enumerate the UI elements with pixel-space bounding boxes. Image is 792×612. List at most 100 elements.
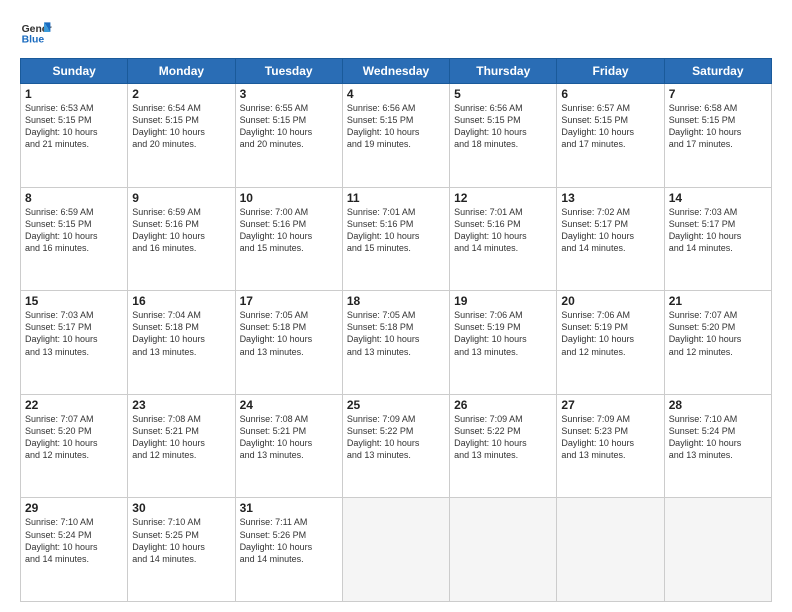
- day-number: 20: [561, 294, 659, 308]
- day-info: Sunrise: 6:54 AM Sunset: 5:15 PM Dayligh…: [132, 102, 230, 151]
- day-info: Sunrise: 7:04 AM Sunset: 5:18 PM Dayligh…: [132, 309, 230, 358]
- day-info: Sunrise: 7:10 AM Sunset: 5:25 PM Dayligh…: [132, 516, 230, 565]
- day-number: 2: [132, 87, 230, 101]
- day-number: 9: [132, 191, 230, 205]
- calendar-day-cell: 11Sunrise: 7:01 AM Sunset: 5:16 PM Dayli…: [342, 187, 449, 291]
- day-info: Sunrise: 7:03 AM Sunset: 5:17 PM Dayligh…: [669, 206, 767, 255]
- day-info: Sunrise: 7:05 AM Sunset: 5:18 PM Dayligh…: [240, 309, 338, 358]
- day-info: Sunrise: 6:56 AM Sunset: 5:15 PM Dayligh…: [454, 102, 552, 151]
- calendar-day-cell: 8Sunrise: 6:59 AM Sunset: 5:15 PM Daylig…: [21, 187, 128, 291]
- day-number: 25: [347, 398, 445, 412]
- day-info: Sunrise: 7:01 AM Sunset: 5:16 PM Dayligh…: [454, 206, 552, 255]
- day-info: Sunrise: 7:08 AM Sunset: 5:21 PM Dayligh…: [240, 413, 338, 462]
- day-number: 14: [669, 191, 767, 205]
- calendar-day-header: Thursday: [450, 59, 557, 84]
- page-header: General Blue: [20, 16, 772, 48]
- day-number: 18: [347, 294, 445, 308]
- day-info: Sunrise: 7:09 AM Sunset: 5:22 PM Dayligh…: [454, 413, 552, 462]
- calendar-day-cell: 23Sunrise: 7:08 AM Sunset: 5:21 PM Dayli…: [128, 394, 235, 498]
- calendar-week-row: 29Sunrise: 7:10 AM Sunset: 5:24 PM Dayli…: [21, 498, 772, 602]
- calendar-day-header: Friday: [557, 59, 664, 84]
- calendar-day-cell: 21Sunrise: 7:07 AM Sunset: 5:20 PM Dayli…: [664, 291, 771, 395]
- calendar-day-header: Monday: [128, 59, 235, 84]
- day-number: 26: [454, 398, 552, 412]
- day-info: Sunrise: 7:01 AM Sunset: 5:16 PM Dayligh…: [347, 206, 445, 255]
- calendar-week-row: 1Sunrise: 6:53 AM Sunset: 5:15 PM Daylig…: [21, 84, 772, 188]
- day-info: Sunrise: 7:00 AM Sunset: 5:16 PM Dayligh…: [240, 206, 338, 255]
- day-info: Sunrise: 7:08 AM Sunset: 5:21 PM Dayligh…: [132, 413, 230, 462]
- calendar-day-cell: 5Sunrise: 6:56 AM Sunset: 5:15 PM Daylig…: [450, 84, 557, 188]
- day-info: Sunrise: 7:10 AM Sunset: 5:24 PM Dayligh…: [25, 516, 123, 565]
- day-info: Sunrise: 6:59 AM Sunset: 5:15 PM Dayligh…: [25, 206, 123, 255]
- day-number: 31: [240, 501, 338, 515]
- calendar-day-cell: 7Sunrise: 6:58 AM Sunset: 5:15 PM Daylig…: [664, 84, 771, 188]
- day-info: Sunrise: 6:56 AM Sunset: 5:15 PM Dayligh…: [347, 102, 445, 151]
- logo: General Blue: [20, 16, 52, 48]
- day-info: Sunrise: 7:09 AM Sunset: 5:22 PM Dayligh…: [347, 413, 445, 462]
- day-number: 8: [25, 191, 123, 205]
- calendar-day-cell: 18Sunrise: 7:05 AM Sunset: 5:18 PM Dayli…: [342, 291, 449, 395]
- day-number: 11: [347, 191, 445, 205]
- day-info: Sunrise: 7:02 AM Sunset: 5:17 PM Dayligh…: [561, 206, 659, 255]
- calendar-day-cell: 4Sunrise: 6:56 AM Sunset: 5:15 PM Daylig…: [342, 84, 449, 188]
- calendar-day-cell: 12Sunrise: 7:01 AM Sunset: 5:16 PM Dayli…: [450, 187, 557, 291]
- day-number: 22: [25, 398, 123, 412]
- calendar-day-cell: 26Sunrise: 7:09 AM Sunset: 5:22 PM Dayli…: [450, 394, 557, 498]
- day-number: 17: [240, 294, 338, 308]
- calendar-day-cell: 31Sunrise: 7:11 AM Sunset: 5:26 PM Dayli…: [235, 498, 342, 602]
- calendar-week-row: 22Sunrise: 7:07 AM Sunset: 5:20 PM Dayli…: [21, 394, 772, 498]
- calendar-day-header: Tuesday: [235, 59, 342, 84]
- day-info: Sunrise: 6:58 AM Sunset: 5:15 PM Dayligh…: [669, 102, 767, 151]
- day-info: Sunrise: 7:03 AM Sunset: 5:17 PM Dayligh…: [25, 309, 123, 358]
- day-info: Sunrise: 7:06 AM Sunset: 5:19 PM Dayligh…: [561, 309, 659, 358]
- logo-icon: General Blue: [20, 16, 52, 48]
- calendar-day-cell: [557, 498, 664, 602]
- day-info: Sunrise: 7:06 AM Sunset: 5:19 PM Dayligh…: [454, 309, 552, 358]
- day-number: 27: [561, 398, 659, 412]
- day-number: 13: [561, 191, 659, 205]
- calendar-day-cell: 29Sunrise: 7:10 AM Sunset: 5:24 PM Dayli…: [21, 498, 128, 602]
- day-info: Sunrise: 7:07 AM Sunset: 5:20 PM Dayligh…: [25, 413, 123, 462]
- day-info: Sunrise: 6:59 AM Sunset: 5:16 PM Dayligh…: [132, 206, 230, 255]
- day-number: 6: [561, 87, 659, 101]
- calendar-day-cell: 20Sunrise: 7:06 AM Sunset: 5:19 PM Dayli…: [557, 291, 664, 395]
- day-info: Sunrise: 6:55 AM Sunset: 5:15 PM Dayligh…: [240, 102, 338, 151]
- day-number: 3: [240, 87, 338, 101]
- day-number: 4: [347, 87, 445, 101]
- calendar-day-cell: 15Sunrise: 7:03 AM Sunset: 5:17 PM Dayli…: [21, 291, 128, 395]
- calendar-day-cell: 17Sunrise: 7:05 AM Sunset: 5:18 PM Dayli…: [235, 291, 342, 395]
- day-info: Sunrise: 7:11 AM Sunset: 5:26 PM Dayligh…: [240, 516, 338, 565]
- calendar-day-cell: [342, 498, 449, 602]
- day-number: 7: [669, 87, 767, 101]
- day-number: 16: [132, 294, 230, 308]
- calendar-day-cell: 13Sunrise: 7:02 AM Sunset: 5:17 PM Dayli…: [557, 187, 664, 291]
- calendar-day-header: Sunday: [21, 59, 128, 84]
- day-info: Sunrise: 7:09 AM Sunset: 5:23 PM Dayligh…: [561, 413, 659, 462]
- day-number: 19: [454, 294, 552, 308]
- day-number: 1: [25, 87, 123, 101]
- calendar-day-cell: 16Sunrise: 7:04 AM Sunset: 5:18 PM Dayli…: [128, 291, 235, 395]
- day-number: 21: [669, 294, 767, 308]
- calendar-day-cell: 2Sunrise: 6:54 AM Sunset: 5:15 PM Daylig…: [128, 84, 235, 188]
- calendar-header-row: SundayMondayTuesdayWednesdayThursdayFrid…: [21, 59, 772, 84]
- calendar-day-cell: 22Sunrise: 7:07 AM Sunset: 5:20 PM Dayli…: [21, 394, 128, 498]
- calendar-day-cell: 6Sunrise: 6:57 AM Sunset: 5:15 PM Daylig…: [557, 84, 664, 188]
- day-number: 23: [132, 398, 230, 412]
- day-number: 5: [454, 87, 552, 101]
- day-info: Sunrise: 7:05 AM Sunset: 5:18 PM Dayligh…: [347, 309, 445, 358]
- day-info: Sunrise: 6:53 AM Sunset: 5:15 PM Dayligh…: [25, 102, 123, 151]
- calendar-day-cell: 10Sunrise: 7:00 AM Sunset: 5:16 PM Dayli…: [235, 187, 342, 291]
- day-number: 28: [669, 398, 767, 412]
- day-info: Sunrise: 7:07 AM Sunset: 5:20 PM Dayligh…: [669, 309, 767, 358]
- calendar-day-cell: 14Sunrise: 7:03 AM Sunset: 5:17 PM Dayli…: [664, 187, 771, 291]
- day-number: 12: [454, 191, 552, 205]
- calendar-day-cell: 1Sunrise: 6:53 AM Sunset: 5:15 PM Daylig…: [21, 84, 128, 188]
- calendar-day-cell: [664, 498, 771, 602]
- calendar-day-cell: 9Sunrise: 6:59 AM Sunset: 5:16 PM Daylig…: [128, 187, 235, 291]
- day-info: Sunrise: 7:10 AM Sunset: 5:24 PM Dayligh…: [669, 413, 767, 462]
- calendar-week-row: 8Sunrise: 6:59 AM Sunset: 5:15 PM Daylig…: [21, 187, 772, 291]
- calendar-day-cell: 25Sunrise: 7:09 AM Sunset: 5:22 PM Dayli…: [342, 394, 449, 498]
- day-number: 29: [25, 501, 123, 515]
- calendar-day-cell: 28Sunrise: 7:10 AM Sunset: 5:24 PM Dayli…: [664, 394, 771, 498]
- calendar-day-cell: 27Sunrise: 7:09 AM Sunset: 5:23 PM Dayli…: [557, 394, 664, 498]
